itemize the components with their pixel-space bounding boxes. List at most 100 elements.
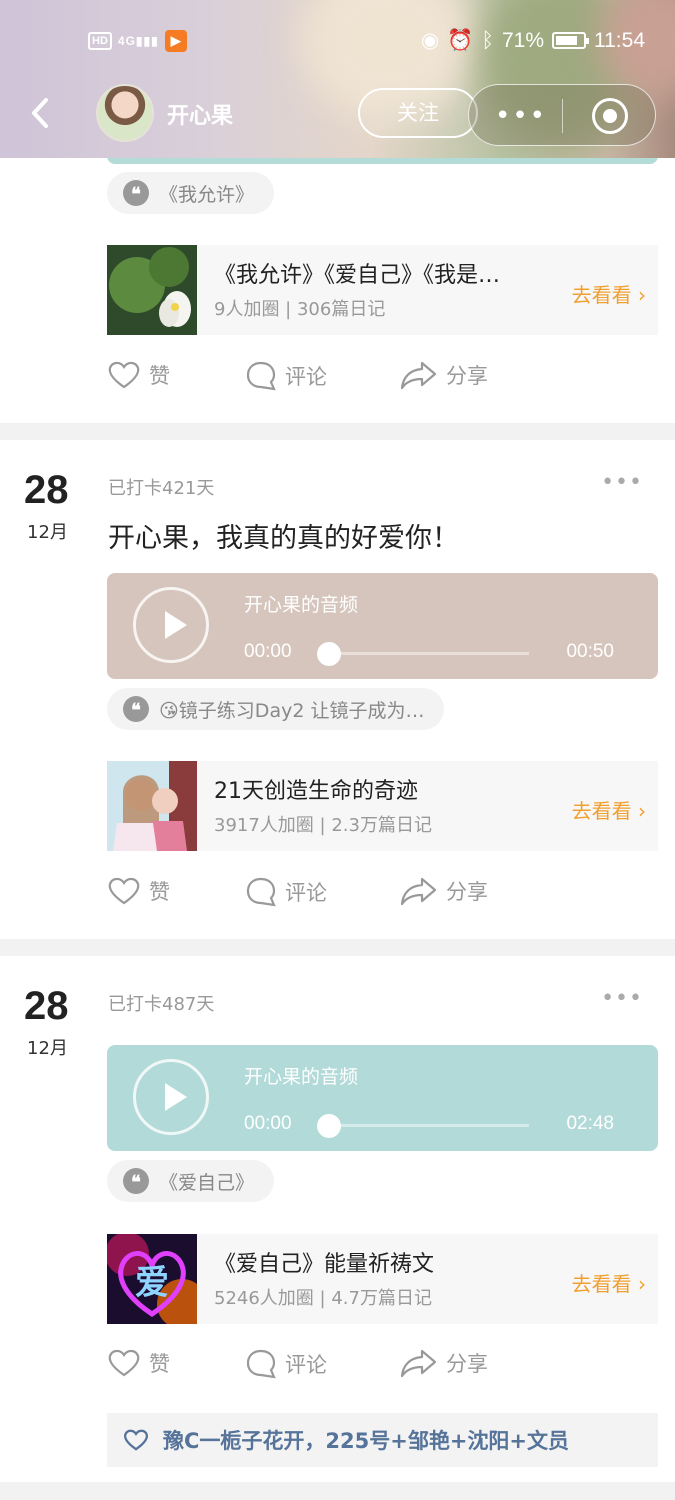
liked-by-users[interactable]: 豫C一栀子花开，225号+邹艳+沈阳+文员 [163,1425,569,1455]
share-arrow-icon [400,877,437,906]
hd-indicator: HD [88,32,112,50]
circle-meta: 3917人加圈 | 2.3万篇日记 [214,815,432,836]
circle-thumbnail: 爱 [107,1234,197,1324]
audio-progress-track[interactable] [329,1124,529,1127]
share-label: 分享 [446,880,488,904]
back-arrow-icon[interactable] [28,96,54,130]
comment-bubble-icon [246,1349,276,1379]
post-date-day: 28 [24,984,69,1028]
circle-thumbnail [107,761,197,851]
quote-icon: ❝ [123,1168,149,1194]
more-menu-icon[interactable]: ••• [495,101,547,131]
audio-current-time: 00:00 [244,641,292,662]
comment-label: 评论 [285,365,327,389]
miniprogram-capsule: ••• [468,84,656,146]
battery-percent: 71% [501,28,544,52]
quote-text: 《我允许》 [159,183,255,206]
comment-label: 评论 [285,1353,327,1377]
signal-icon: 4G▮▮▮ [117,34,159,48]
circle-title: 21天创造生命的奇迹 [214,779,418,804]
audio-progress-track[interactable] [329,652,529,655]
heart-icon [108,1349,140,1377]
like-label: 赞 [149,1352,170,1376]
post-more-icon[interactable]: ••• [601,986,643,1011]
quote-tag[interactable]: ❝ 《爱自己》 [107,1160,275,1202]
quote-icon: ❝ [123,696,149,722]
like-label: 赞 [149,880,170,904]
heart-icon [108,361,140,389]
eye-icon: ◉ [420,29,440,52]
post-actions: 赞 评论 分享 [107,876,547,916]
post-date-day: 28 [24,468,69,512]
go-see-link[interactable]: 去看看 › [572,279,646,308]
post-card: 28 12月 已打卡421天 ••• 开心果，我真的真的好爱你！ 开心果的音频 … [0,440,675,939]
circle-card[interactable]: 《我允许》《爱自己》《我是… 9人加圈 | 306篇日记 去看看 › [107,245,658,335]
avatar[interactable] [96,84,154,142]
checkin-count: 已打卡421天 [108,478,215,499]
circle-title: 《爱自己》能量祈祷文 [214,1252,435,1277]
quote-icon: ❝ [123,180,149,206]
quote-tag[interactable]: ❝ 😘镜子练习Day2 让镜子成为… [107,688,445,730]
follow-button[interactable]: 关注 [358,88,478,138]
like-button[interactable]: 赞 [107,876,170,906]
heart-icon [108,877,140,905]
like-button[interactable]: 赞 [107,1348,170,1378]
audio-progress-knob[interactable] [317,1114,341,1138]
circle-thumbnail [107,245,197,335]
clock: 11:54 [594,28,645,52]
liked-by-box: 豫C一栀子花开，225号+邹艳+沈阳+文员 [107,1413,658,1467]
svg-text:爱: 爱 [135,1263,169,1303]
play-icon[interactable] [133,587,209,663]
close-miniprogram-icon[interactable] [592,98,628,134]
audio-title: 开心果的音频 [244,1066,359,1088]
post-text: 开心果，我真的真的好爱你！ [108,523,459,554]
comment-label: 评论 [285,881,327,905]
share-label: 分享 [446,1352,488,1376]
go-see-link[interactable]: 去看看 › [572,795,646,824]
video-app-icon: ▶ [164,30,187,52]
comment-button[interactable]: 评论 [245,1348,327,1380]
comment-button[interactable]: 评论 [245,876,327,908]
quote-text: 😘镜子练习Day2 让镜子成为… [159,699,425,722]
battery-icon [552,32,589,49]
post-more-icon[interactable]: ••• [601,470,643,495]
like-button[interactable]: 赞 [107,360,170,390]
post-date-month: 12月 [27,1038,68,1059]
circle-card[interactable]: 21天创造生命的奇迹 3917人加圈 | 2.3万篇日记 去看看 › [107,761,658,851]
audio-duration: 02:48 [566,1113,614,1134]
capsule-divider [562,99,563,133]
like-label: 赞 [149,364,170,388]
circle-meta: 9人加圈 | 306篇日记 [214,299,386,320]
comment-button[interactable]: 评论 [245,360,327,392]
status-bar: HD 4G▮▮▮ ▶ ◉ ⏰ ᛒ 71% 11:54 [0,28,675,56]
share-arrow-icon [400,361,437,390]
checkin-count: 已打卡487天 [108,994,215,1015]
top-header: HD 4G▮▮▮ ▶ ◉ ⏰ ᛒ 71% 11:54 开心果 关注 ••• [0,0,675,158]
quote-tag[interactable]: ❝ 《我允许》 [107,172,275,214]
play-icon[interactable] [133,1059,209,1135]
comment-bubble-icon [246,877,276,907]
chevron-right-icon: › [638,1272,646,1296]
chevron-right-icon: › [638,283,646,307]
circle-title: 《我允许》《爱自己》《我是… [214,263,501,288]
post-card: 28 12月 已打卡487天 ••• 开心果的音频 00:00 02:48 ❝ … [0,956,675,1482]
audio-progress-knob[interactable] [317,642,341,666]
circle-card[interactable]: 爱 《爱自己》能量祈祷文 5246人加圈 | 4.7万篇日记 去看看 › [107,1234,658,1324]
liked-heart-icon [123,1429,149,1451]
chevron-right-icon: › [638,799,646,823]
quote-text: 《爱自己》 [159,1171,255,1194]
share-button[interactable]: 分享 [400,1348,488,1378]
comment-bubble-icon [246,361,276,391]
share-button[interactable]: 分享 [400,360,488,390]
share-label: 分享 [446,364,488,388]
audio-current-time: 00:00 [244,1113,292,1134]
nav-bar: 开心果 关注 ••• [0,82,675,146]
post-actions: 赞 评论 分享 [107,360,547,400]
go-see-link[interactable]: 去看看 › [572,1268,646,1297]
post-actions: 赞 评论 分享 [107,1348,547,1388]
audio-duration: 00:50 [566,641,614,662]
user-nickname: 开心果 [167,104,234,129]
audio-title: 开心果的音频 [244,594,359,616]
audio-player: 开心果的音频 00:00 02:48 [107,1045,658,1151]
share-button[interactable]: 分享 [400,876,488,906]
